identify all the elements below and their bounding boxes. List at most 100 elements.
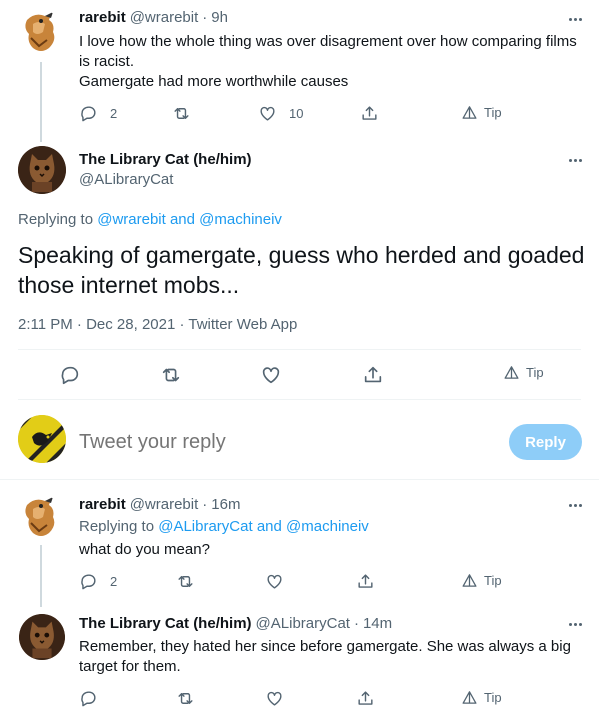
cat-avatar-icon: [18, 146, 66, 194]
tip-button[interactable]: Tip: [461, 104, 502, 121]
tweet-timestamp[interactable]: 2:11 PM · Dec 28, 2021 · Twitter Web App: [18, 316, 297, 333]
tip-button[interactable]: Tip: [461, 689, 502, 706]
main-tweet-text: Speaking of gamergate, guess who herded …: [18, 240, 588, 300]
author-handle[interactable]: @wrarebit: [130, 496, 199, 513]
author-handle[interactable]: @ALibraryCat: [256, 615, 350, 632]
mention-link[interactable]: @machineiv: [286, 518, 369, 535]
tweet-line: I love how the whole thing was over disa…: [79, 33, 577, 50]
main-tweet-line: Speaking of gamergate, guess who herded …: [18, 242, 585, 268]
reply-count: 2: [110, 574, 118, 589]
share-button[interactable]: [356, 689, 375, 708]
replying-to: Replying to @wrarebit and @machineiv: [18, 211, 282, 228]
heart-icon: [267, 574, 282, 589]
thread-line: [40, 62, 42, 142]
main-author-name[interactable]: The Library Cat (he/him): [79, 151, 252, 168]
reply-count: 2: [110, 106, 118, 121]
reply-button[interactable]: 2: [79, 104, 117, 123]
like-count: 10: [289, 106, 304, 121]
more-options-icon[interactable]: [563, 150, 587, 170]
heart-icon: [260, 106, 275, 121]
tip-button[interactable]: Tip: [461, 572, 502, 589]
more-options-icon[interactable]: [563, 614, 587, 634]
share-button[interactable]: [360, 104, 379, 123]
dot-separator: ·: [202, 496, 208, 513]
like-button[interactable]: [260, 364, 282, 386]
avatar-current-user[interactable]: [18, 415, 66, 463]
retweet-icon: [174, 108, 189, 119]
reply-icon: [81, 106, 96, 122]
retweet-icon: [162, 368, 180, 382]
tip-icon: [462, 691, 477, 704]
retweet-icon: [178, 693, 193, 704]
divider: [0, 479, 599, 480]
author-name[interactable]: The Library Cat (he/him): [79, 615, 252, 632]
tweet-body: I love how the whole thing was over disa…: [79, 32, 589, 92]
retweet-button[interactable]: [176, 572, 195, 591]
tip-label: Tip: [526, 365, 544, 380]
replying-prefix: Replying to: [18, 211, 94, 228]
tweet-line: Gamergate had more worthwhile causes: [79, 73, 349, 90]
author-name[interactable]: rarebit: [79, 9, 126, 26]
avatar-library-cat[interactable]: [18, 146, 66, 194]
reply-icon: [81, 691, 96, 707]
more-options-icon[interactable]: [563, 9, 587, 29]
mention-and[interactable]: and: [170, 211, 195, 228]
tweet-body: what do you mean?: [79, 541, 210, 558]
heart-icon: [262, 367, 280, 384]
tweet-line: target for them.: [79, 658, 181, 675]
retweet-button[interactable]: [160, 364, 182, 386]
bird-avatar-icon: [25, 12, 55, 51]
mention-and[interactable]: and: [257, 518, 282, 535]
heart-icon: [267, 691, 282, 706]
retweet-button[interactable]: [176, 689, 195, 708]
reply-button[interactable]: 2: [79, 572, 117, 591]
tweet-line: is racist.: [79, 53, 135, 70]
cat-avatar-icon: [19, 614, 65, 660]
thread-line: [40, 545, 42, 607]
author-handle[interactable]: @wrarebit: [130, 9, 199, 26]
replying-to: Replying to @ALibraryCat and @machineiv: [79, 518, 369, 535]
tweet-time[interactable]: 14m: [363, 615, 392, 632]
tweet-time[interactable]: 9h: [211, 9, 228, 26]
mention-link[interactable]: @ALibraryCat: [158, 518, 252, 535]
tweet-body: Remember, they hated her since before ga…: [79, 637, 589, 677]
like-button[interactable]: [265, 572, 284, 591]
share-icon: [362, 106, 377, 120]
mention-link[interactable]: @wrarebit: [97, 211, 166, 228]
tip-icon: [462, 106, 477, 119]
main-tweet-line: those internet mobs...: [18, 272, 240, 298]
reply-button[interactable]: [79, 689, 98, 708]
avatar-rarebit[interactable]: [19, 495, 63, 539]
like-button[interactable]: 10: [258, 104, 303, 123]
mention-link[interactable]: @machineiv: [199, 211, 282, 228]
avatar-rarebit[interactable]: [19, 10, 63, 54]
tip-icon: [504, 366, 519, 379]
share-icon: [358, 574, 373, 588]
reply-composer-input[interactable]: [79, 428, 479, 456]
tweet-line: Remember, they hated her since before ga…: [79, 638, 571, 655]
divider: [18, 349, 581, 350]
avatar-library-cat[interactable]: [19, 614, 65, 660]
share-button[interactable]: [356, 572, 375, 591]
retweet-icon: [178, 576, 193, 587]
divider: [18, 399, 581, 400]
tip-label: Tip: [484, 573, 502, 588]
retweet-button[interactable]: [172, 104, 191, 123]
main-author-handle[interactable]: @ALibraryCat: [79, 171, 173, 188]
more-options-icon[interactable]: [563, 495, 587, 515]
dot-separator: ·: [202, 9, 208, 26]
tip-icon: [462, 574, 477, 587]
dot-separator: ·: [353, 615, 359, 632]
reply-icon: [61, 366, 79, 385]
tweet-time[interactable]: 16m: [211, 496, 240, 513]
share-icon: [358, 691, 373, 705]
author-name[interactable]: rarebit: [79, 496, 126, 513]
tip-button[interactable]: Tip: [503, 364, 544, 381]
bird-avatar-icon: [25, 497, 55, 536]
share-button[interactable]: [362, 364, 384, 386]
reply-button-primary[interactable]: Reply: [509, 424, 582, 460]
reply-button[interactable]: [59, 364, 81, 386]
like-button[interactable]: [265, 689, 284, 708]
hazard-avatar-icon: [18, 415, 66, 463]
replying-prefix: Replying to: [79, 518, 155, 535]
